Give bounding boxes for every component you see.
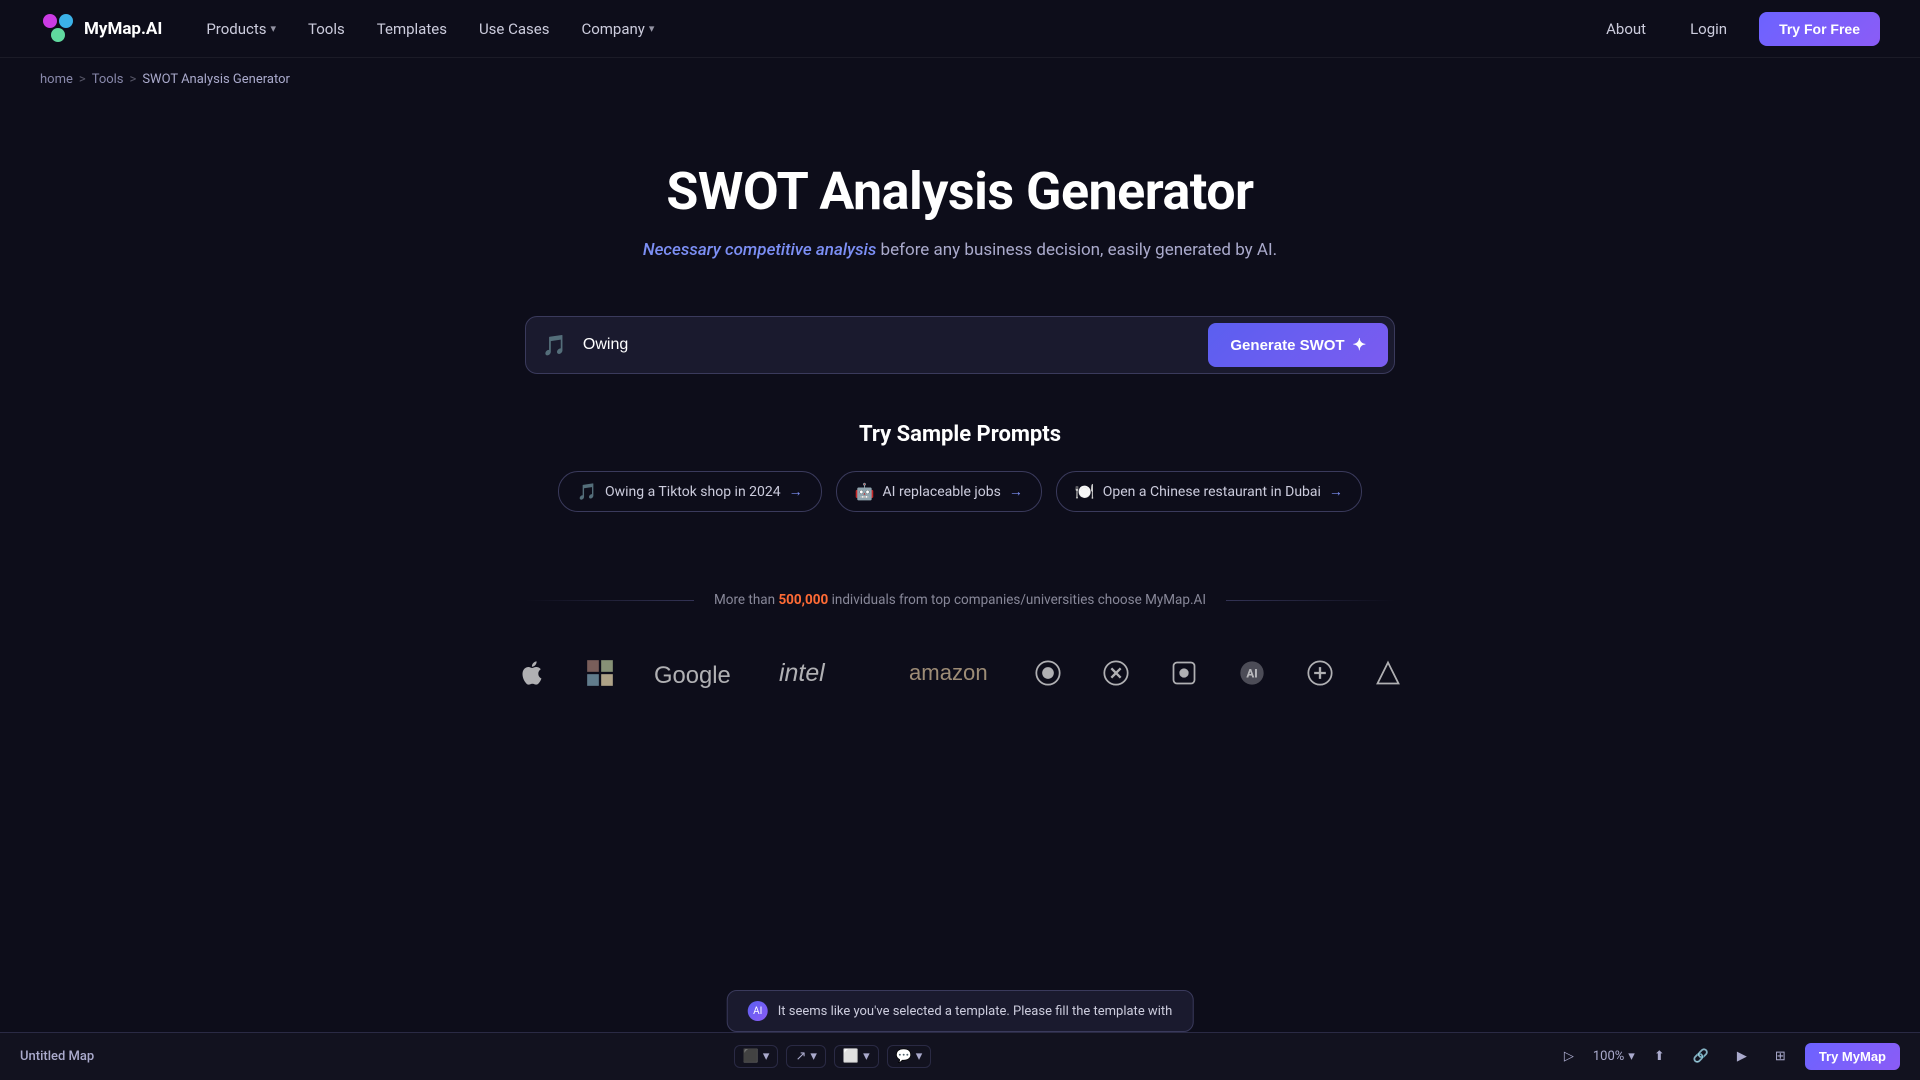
notification-bar: AI It seems like you've selected a templ… [727, 990, 1194, 1032]
main-content: SWOT Analysis Generator Necessary compet… [0, 101, 1920, 790]
logo-icon [40, 11, 76, 47]
bottom-bar: Untitled Map ⬛ ▾ ↗ ▾ ⬜ ▾ 💬 ▾ ▷ 100% ▾ ⬆ … [0, 1032, 1920, 1080]
products-chevron: ▾ [271, 22, 277, 35]
link-btn[interactable]: 🔗 [1684, 1044, 1718, 1069]
social-proof-count: 500,000 [778, 592, 828, 608]
sparkle-icon: ✦ [1353, 335, 1366, 355]
nav-tools[interactable]: Tools [296, 14, 357, 44]
brand-circle2 [1102, 659, 1130, 687]
share-btn[interactable]: ⬆ [1645, 1044, 1674, 1069]
nav-company[interactable]: Company ▾ [569, 14, 666, 44]
social-proof: More than 500,000 individuals from top c… [525, 592, 1395, 608]
export-icon: ⬛ [743, 1049, 759, 1064]
social-proof-text: More than 500,000 individuals from top c… [714, 592, 1206, 608]
frame-icon: ⬜ [843, 1049, 859, 1064]
bottom-bar-right: ▷ 100% ▾ ⬆ 🔗 ▶ ⊞ Try MyMap [1555, 1043, 1900, 1070]
chip-text-1: AI replaceable jobs [883, 484, 1001, 500]
chip-icon-1: 🤖 [855, 482, 875, 501]
ai-notification-icon: AI [748, 1001, 768, 1021]
bottom-toolbar: ⬛ ▾ ↗ ▾ ⬜ ▾ 💬 ▾ [126, 1045, 1539, 1068]
nav-links: Products ▾ Tools Templates Use Cases Com… [194, 14, 666, 44]
breadcrumb-sep1: > [79, 72, 86, 87]
social-proof-before: More than [714, 592, 778, 608]
subtitle-rest: before any business decision, easily gen… [876, 240, 1277, 260]
navbar: MyMap.AI Products ▾ Tools Templates Use … [0, 0, 1920, 58]
prompt-chip-1[interactable]: 🤖 AI replaceable jobs → [836, 471, 1042, 512]
chip-arrow-1: → [1009, 483, 1023, 500]
logo-row: Google intel amazon AI [518, 656, 1403, 690]
nav-use-cases[interactable]: Use Cases [467, 14, 562, 44]
try-free-button[interactable]: Try For Free [1759, 12, 1880, 46]
chip-text-2: Open a Chinese restaurant in Dubai [1103, 484, 1321, 500]
toolbar-comment[interactable]: 💬 ▾ [887, 1045, 932, 1068]
chip-arrow-2: → [1329, 483, 1343, 500]
breadcrumb: home > Tools > SWOT Analysis Generator [0, 58, 1920, 101]
social-proof-after: individuals from top companies/universit… [828, 592, 1206, 608]
generate-swot-button[interactable]: Generate SWOT ✦ [1208, 323, 1388, 367]
divider-left [525, 600, 694, 601]
notification-text: It seems like you've selected a template… [778, 1004, 1173, 1019]
brand-circle3 [1170, 659, 1198, 687]
present-btn[interactable]: ▶ [1728, 1044, 1756, 1069]
comment-chevron: ▾ [916, 1049, 923, 1064]
zoom-control[interactable]: 100% ▾ [1593, 1049, 1635, 1064]
map-title[interactable]: Untitled Map [20, 1049, 94, 1064]
music-icon: 🎵 [542, 333, 567, 357]
comment-icon: 💬 [896, 1049, 912, 1064]
chip-text-0: Owing a Tiktok shop in 2024 [605, 484, 781, 500]
brand-circle5 [1306, 659, 1334, 687]
play-btn[interactable]: ▷ [1555, 1044, 1583, 1069]
toolbar-export[interactable]: ⬛ ▾ [734, 1045, 779, 1068]
logo[interactable]: MyMap.AI [40, 11, 162, 47]
breadcrumb-home[interactable]: home [40, 72, 73, 87]
nav-login[interactable]: Login [1678, 14, 1739, 44]
svg-text:AI: AI [1247, 667, 1258, 681]
nav-products[interactable]: Products ▾ [194, 14, 288, 44]
brand-circle1 [1034, 659, 1062, 687]
svg-text:intel: intel [779, 659, 826, 687]
toolbar-frame[interactable]: ⬜ ▾ [834, 1045, 879, 1068]
brand-apple [518, 659, 546, 687]
subtitle-highlight: Necessary competitive analysis [643, 240, 876, 260]
prompt-chip-0[interactable]: 🎵 Owing a Tiktok shop in 2024 → [558, 471, 822, 512]
sample-prompts-title: Try Sample Prompts [859, 422, 1061, 447]
page-title: SWOT Analysis Generator [666, 161, 1253, 222]
divider-right [1226, 600, 1395, 601]
grid-btn[interactable]: ⊞ [1766, 1044, 1795, 1069]
svg-text:amazon: amazon [909, 660, 988, 685]
logo-text: MyMap.AI [84, 19, 162, 39]
chip-icon-0: 🎵 [577, 482, 597, 501]
cursor-icon: ↗ [795, 1049, 806, 1064]
chip-icon-2: 🍽️ [1075, 482, 1095, 501]
brand-circle4: AI [1238, 659, 1266, 687]
frame-chevron: ▾ [863, 1049, 870, 1064]
prompt-chips: 🎵 Owing a Tiktok shop in 2024 → 🤖 AI rep… [558, 471, 1362, 512]
brand-amazon: amazon [909, 656, 994, 690]
breadcrumb-tools[interactable]: Tools [92, 72, 124, 87]
swot-input[interactable] [579, 324, 1196, 366]
nav-templates[interactable]: Templates [365, 14, 459, 44]
zoom-chevron: ▾ [1628, 1049, 1635, 1064]
brand-intel: intel [779, 656, 870, 690]
navbar-right: About Login Try For Free [1594, 12, 1880, 46]
prompt-chip-2[interactable]: 🍽️ Open a Chinese restaurant in Dubai → [1056, 471, 1362, 512]
navbar-left: MyMap.AI Products ▾ Tools Templates Use … [40, 11, 666, 47]
generate-label: Generate SWOT [1230, 337, 1344, 354]
toolbar-cursor[interactable]: ↗ ▾ [786, 1045, 825, 1068]
zoom-value: 100% [1593, 1049, 1624, 1064]
try-mymap-button[interactable]: Try MyMap [1805, 1043, 1900, 1070]
export-chevron: ▾ [763, 1049, 770, 1064]
cursor-chevron: ▾ [810, 1049, 817, 1064]
chip-arrow-0: → [789, 483, 803, 500]
company-chevron: ▾ [649, 22, 655, 35]
brand-circle6 [1374, 659, 1402, 687]
brand-google: Google [654, 656, 739, 690]
svg-text:Google: Google [654, 662, 731, 689]
brand-microsoft [586, 659, 614, 687]
input-container: 🎵 Generate SWOT ✦ [525, 316, 1395, 374]
nav-about[interactable]: About [1594, 14, 1658, 44]
page-subtitle: Necessary competitive analysis before an… [643, 240, 1277, 260]
breadcrumb-sep2: > [130, 72, 137, 87]
breadcrumb-current: SWOT Analysis Generator [142, 72, 290, 87]
